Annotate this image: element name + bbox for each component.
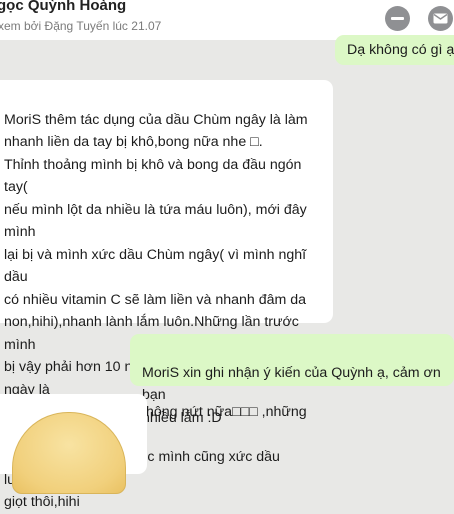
message-text: Dạ không có gì ạ :	[347, 42, 454, 58]
minus-bar	[391, 17, 404, 20]
message-bubble-outgoing[interactable]: Dạ không có gì ạ :	[335, 35, 454, 65]
mail-icon[interactable]	[428, 6, 453, 31]
message-bubble-incoming[interactable]: MoriS thêm tác dụng của dầu Chùm ngây là…	[0, 80, 333, 510]
seen-status: xem bởi Đặng Tuyến lúc 21.07	[0, 19, 162, 33]
attached-photo	[12, 412, 126, 494]
image-message[interactable]	[0, 394, 147, 494]
contact-name[interactable]: gọc Quỳnh Hoàng	[0, 0, 126, 14]
minus-circle-icon[interactable]	[385, 6, 410, 31]
chat-header: gọc Quỳnh Hoàng xem bởi Đặng Tuyến lúc 2…	[0, 0, 454, 40]
message-bubble-outgoing[interactable]: MoriS xin ghi nhận ý kiến của Quỳnh ạ, c…	[130, 334, 454, 426]
envelope-glyph	[433, 13, 448, 24]
